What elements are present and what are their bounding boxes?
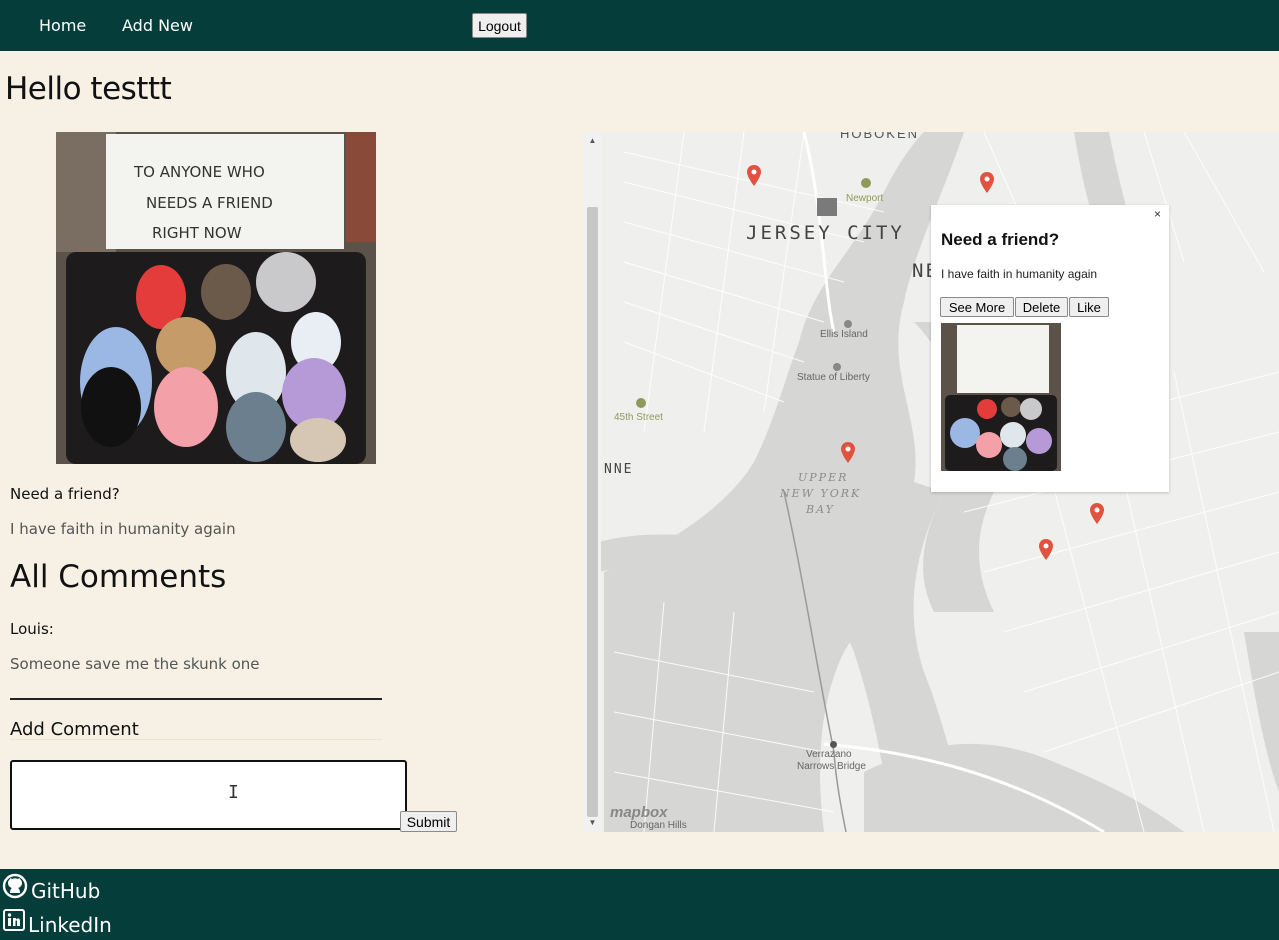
- map-marker-icon[interactable]: [1039, 539, 1053, 561]
- map-label-bay-3: BAY: [806, 503, 835, 516]
- post-description: I have faith in humanity again: [10, 520, 236, 538]
- map-marker-icon[interactable]: [1090, 503, 1104, 525]
- linkedin-icon: [3, 909, 25, 931]
- linkedin-link[interactable]: LinkedIn: [28, 913, 112, 937]
- map-label-verrazano-2: Narrows Bridge: [797, 761, 866, 772]
- footer: GitHub LinkedIn: [0, 869, 1279, 940]
- mapbox-logo[interactable]: mapbox: [610, 804, 668, 821]
- map-label-nne: NNE: [604, 462, 634, 477]
- transit-icon: [636, 398, 646, 408]
- delete-button[interactable]: Delete: [1015, 297, 1068, 317]
- comment-divider: [10, 698, 382, 700]
- logout-button[interactable]: Logout: [472, 13, 527, 38]
- transit-icon: [861, 178, 871, 188]
- poi-icon: [844, 320, 852, 328]
- github-icon: [2, 873, 28, 899]
- comment-author: Louis:: [10, 620, 54, 638]
- popup-image: [941, 323, 1061, 471]
- close-icon[interactable]: ×: [1154, 207, 1161, 221]
- landmark-building-icon: [817, 198, 837, 216]
- text-cursor-icon: I: [228, 782, 239, 803]
- comments-heading: All Comments: [10, 559, 227, 595]
- map-label-hoboken: HOBOKEN: [840, 132, 920, 141]
- top-navbar: Home Add New Logout: [0, 0, 1279, 51]
- scroll-down-icon[interactable]: ▼: [587, 818, 598, 827]
- github-link[interactable]: GitHub: [31, 879, 100, 903]
- popup-title: Need a friend?: [941, 230, 1060, 249]
- map-label-verrazano-1: Verrazano: [806, 749, 852, 760]
- map-marker-icon[interactable]: [747, 165, 761, 187]
- nav-home-link[interactable]: Home: [39, 16, 86, 35]
- map-popup: × Need a friend? I have faith in humanit…: [931, 205, 1169, 492]
- map-label-newport: Newport: [846, 193, 884, 204]
- map-marker-icon[interactable]: [841, 442, 855, 464]
- submit-comment-button[interactable]: Submit: [400, 811, 457, 832]
- add-comment-underline: [10, 739, 382, 740]
- map-label-jersey-city: JERSEY CITY: [746, 222, 905, 244]
- popup-description: I have faith in humanity again: [941, 267, 1098, 281]
- post-title: Need a friend?: [10, 485, 120, 503]
- like-button[interactable]: Like: [1069, 297, 1109, 317]
- map-scrollbar[interactable]: ▲ ▼: [584, 132, 601, 832]
- scroll-up-icon[interactable]: ▲: [587, 136, 598, 145]
- comment-text: Someone save me the skunk one: [10, 655, 260, 673]
- post-image: TO ANYONE WHO NEEDS A FRIEND RIGHT NOW: [56, 132, 376, 464]
- map-marker-icon[interactable]: [980, 172, 994, 194]
- see-more-button[interactable]: See More: [940, 297, 1014, 317]
- sign-text-line-3: RIGHT NOW: [152, 224, 242, 242]
- scrollbar-thumb[interactable]: [587, 207, 598, 817]
- map-label-bay-2: NEW YORK: [780, 487, 862, 500]
- add-comment-heading: Add Comment: [10, 719, 139, 740]
- map-label-dongan-hills: Dongan Hills: [630, 820, 687, 831]
- sign-text-line-1: TO ANYONE WHO: [133, 163, 265, 181]
- map-label-statue-of-liberty: Statue of Liberty: [797, 372, 870, 383]
- map-label-ellis-island: Ellis Island: [820, 329, 868, 340]
- map-label-45th-street: 45th Street: [614, 412, 663, 423]
- comment-input[interactable]: [10, 760, 407, 830]
- poi-icon: [830, 741, 837, 748]
- greeting-heading: Hello testtt: [5, 71, 172, 107]
- map-label-bay-1: UPPER: [798, 471, 849, 484]
- sign-text-line-2: NEEDS A FRIEND: [146, 194, 273, 212]
- nav-add-new-link[interactable]: Add New: [122, 16, 193, 35]
- poi-icon: [833, 363, 841, 371]
